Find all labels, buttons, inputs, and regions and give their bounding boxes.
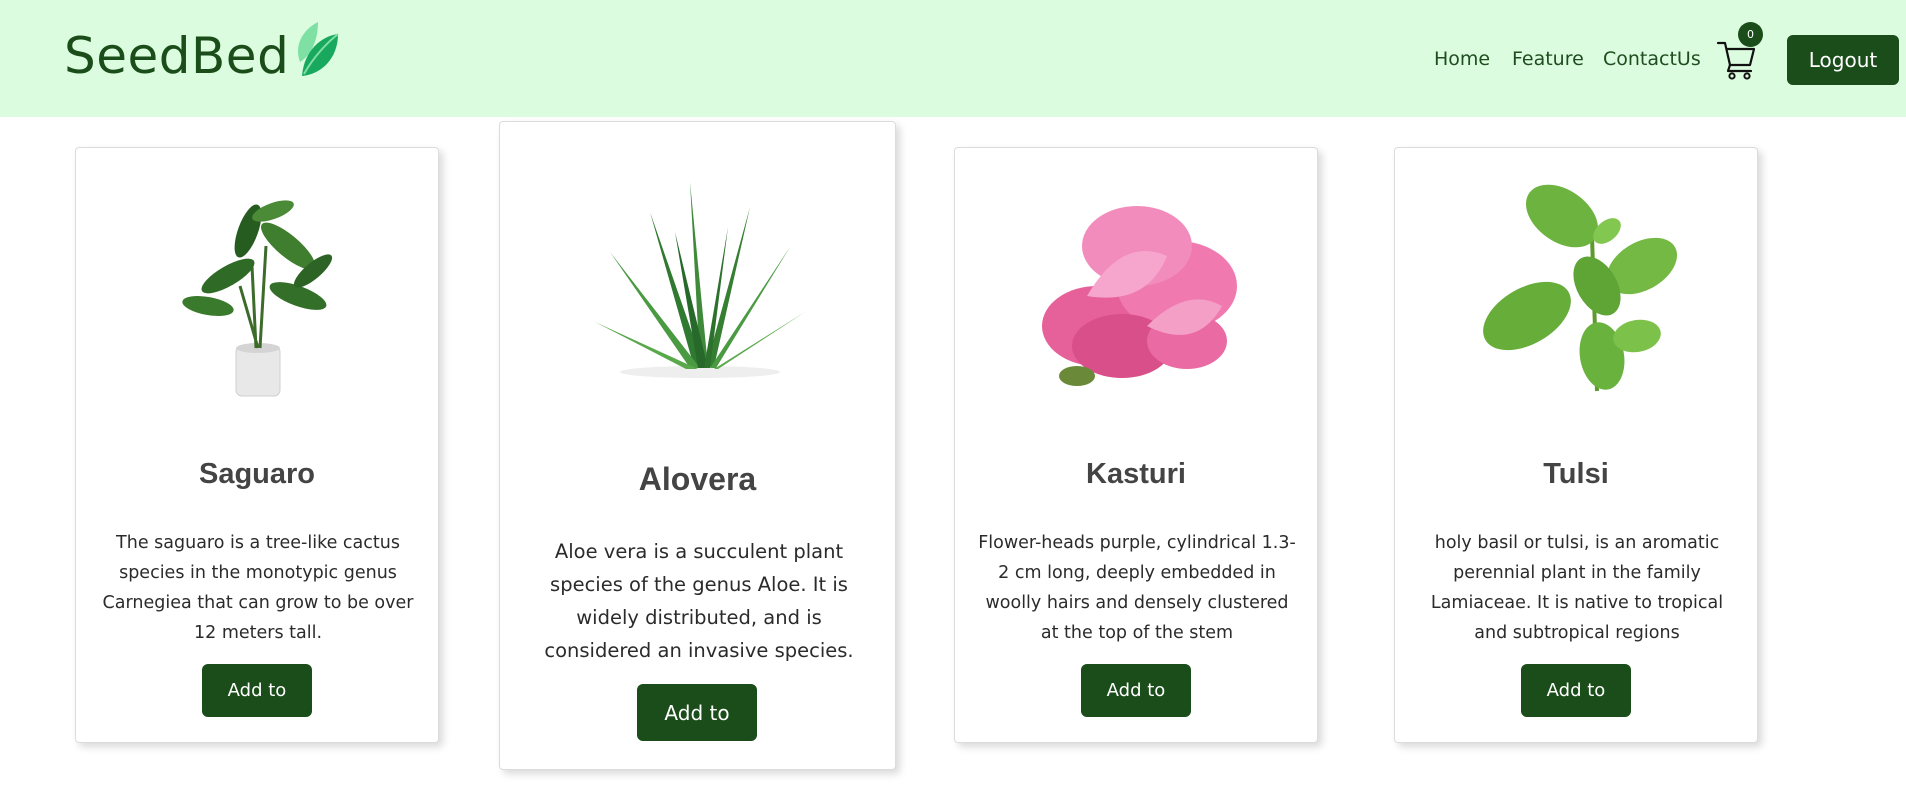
cart-count-badge: 0 <box>1738 22 1763 47</box>
product-title: Kasturi <box>1086 458 1186 490</box>
product-description: holy basil or tulsi, is an aromatic pere… <box>1430 533 1724 643</box>
product-title: Tulsi <box>1543 458 1609 490</box>
nav-link-home[interactable]: Home <box>1434 48 1490 70</box>
add-to-cart-button[interactable]: Add to <box>637 684 757 741</box>
product-card-alovera: Alovera Aloe vera is a succulent plant s… <box>499 121 896 770</box>
navbar: SeedBed Home Feature ContactUs 0 Logout <box>0 0 1906 117</box>
product-description: Aloe vera is a succulent plant species o… <box>544 540 854 662</box>
product-title: Alovera <box>638 461 757 497</box>
potted-plant-icon <box>182 200 333 397</box>
product-title: Saguaro <box>198 458 316 490</box>
basil-leaves-icon <box>1483 184 1678 392</box>
product-card-tulsi: Tulsi holy basil or tulsi, is an aromati… <box>1394 147 1758 743</box>
brand-name[interactable]: SeedBed <box>64 24 289 88</box>
add-to-cart-button[interactable]: Add to <box>1081 664 1191 717</box>
leaf-logo-icon <box>298 22 339 76</box>
product-card-kasturi: Kasturi Flower-heads purple, cylindrical… <box>954 147 1318 743</box>
logout-button[interactable]: Logout <box>1787 35 1899 85</box>
product-description: Flower-heads purple, cylindrical 1.3-2 c… <box>978 533 1296 643</box>
add-to-cart-button[interactable]: Add to <box>1521 664 1631 717</box>
add-to-cart-button[interactable]: Add to <box>202 664 312 717</box>
product-description: The saguaro is a tree-like cactus specie… <box>102 533 414 643</box>
nav-link-feature[interactable]: Feature <box>1512 48 1584 70</box>
aloe-vera-icon <box>595 182 805 378</box>
pink-flower-icon <box>1042 206 1237 386</box>
nav-link-contactus[interactable]: ContactUs <box>1603 48 1701 70</box>
product-card-saguaro: Saguaro The saguaro is a tree-like cactu… <box>75 147 439 743</box>
